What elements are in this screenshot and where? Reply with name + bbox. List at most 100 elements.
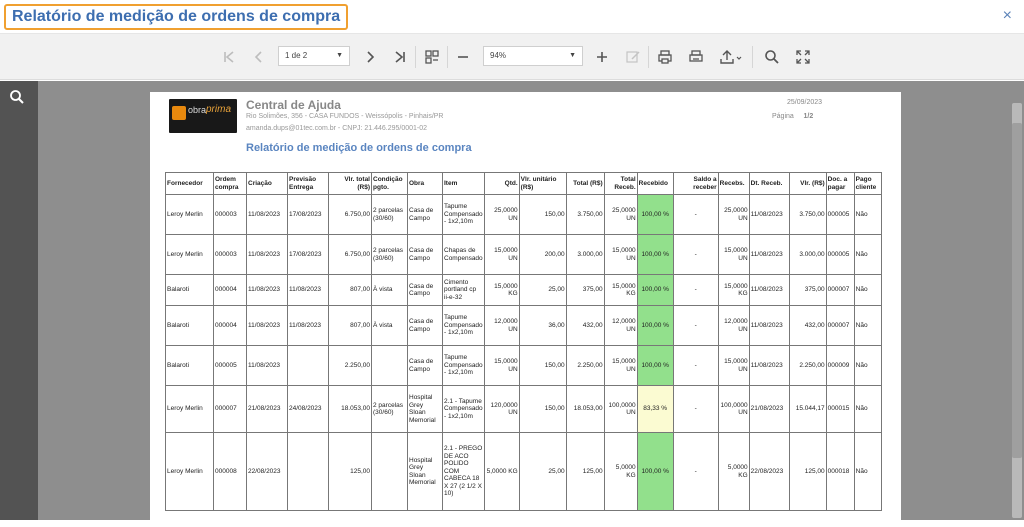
col-header: Ordem compra [213,172,247,195]
table-cell: 15,0000 UN [603,234,638,275]
table-cell: 3.000,00 [565,234,605,275]
table-cell: 000005 [825,194,855,235]
table-cell: 2.250,00 [328,345,372,386]
col-header: Saldo a receber [672,172,719,195]
col-header: Vlr. unitário (R$) [518,172,567,195]
table-cell: 100,00 % [636,234,674,275]
scrollbar-thumb[interactable] [1012,123,1022,458]
table-cell: 125,00 [788,432,827,511]
page-select-value: 1 de 2 [285,51,308,60]
table-cell: 6.750,00 [328,234,372,275]
table-cell: Não [853,305,882,346]
table-cell: 125,00 [328,432,372,511]
table-row: Leroy Merlin 000007 21/08/2023 24/08/2023 18… [165,385,882,433]
table-cell: Balaroti [165,305,214,346]
table-cell: 11/08/2023 [287,305,329,346]
fullscreen-icon[interactable] [792,46,814,68]
table-cell: Balaroti [165,345,214,386]
search-icon[interactable] [9,89,25,110]
table-cell: 000005 [825,234,855,275]
table-cell: 807,00 [328,274,372,306]
table-cell: 21/08/2023 [748,385,790,433]
print-page-icon[interactable] [685,46,707,68]
table-cell: 12,0000 UN [717,305,750,346]
window-title: Relatório de medição de ordens de compra [4,4,349,30]
document-viewer[interactable]: obra prima Central de Ajuda Rio Solimões… [38,81,1024,527]
page-select[interactable]: 1 de 2 ▼ [278,46,350,66]
table-cell: 83,33 % [636,385,674,433]
table-cell: 15,0000 UN [717,345,750,386]
table-row: Leroy Merlin 000003 11/08/2023 17/08/2023 6.… [165,194,882,235]
table-row: Balaroti 000005 11/08/2023 2.250,00 Casa de … [165,345,882,386]
table-cell: - [672,432,719,511]
table-cell: 2.1 - PREGO DE ACO POLIDO COM CABECA 18 … [442,432,485,511]
table-cell: Cimento portland cp ii-e-32 [442,274,485,306]
chevron-down-icon: ▼ [569,52,576,59]
table-cell: - [672,345,719,386]
table-row: Leroy Merlin 000008 22/08/2023 125,00 Hospit… [165,432,882,511]
next-page-icon[interactable] [359,46,381,68]
zoom-select[interactable]: 94% ▼ [483,46,583,66]
company-name: Central de Ajuda [246,98,341,112]
table-cell: Leroy Merlin [165,194,214,235]
separator [752,46,753,68]
table-cell: 25,0000 UN [717,194,750,235]
logo-mark-icon [172,106,186,120]
report-title: Relatório de medição de ordens de compra [246,142,472,154]
table-cell: 2 parcelas (30/60) [371,194,408,235]
table-cell: Tapume Compensado - 1x2,10m [442,305,485,346]
col-header: Vlr. (R$) [788,172,827,195]
table-cell: 11/08/2023 [246,234,288,275]
export-icon[interactable] [716,46,746,68]
table-cell: 150,00 [518,385,567,433]
col-header: Total Receb. [603,172,638,195]
table-cell: 150,00 [518,194,567,235]
zoom-in-icon[interactable] [591,46,613,68]
page-value: 1/2 [803,113,814,120]
table-cell: Não [853,234,882,275]
table-cell: 15.044,17 [788,385,827,433]
search-icon[interactable] [761,46,783,68]
table-cell [287,345,329,386]
logo-text-1: obra [188,105,207,115]
close-icon[interactable]: × [1003,7,1012,25]
separator [648,46,649,68]
table-cell: 5,0000 KG [717,432,750,511]
vertical-scrollbar[interactable] [1012,103,1022,518]
table-cell: 432,00 [788,305,827,346]
table-cell: Casa de Campo [407,234,443,275]
viewer-toolbar: 1 de 2 ▼ 94% ▼ [0,34,1024,80]
table-cell [287,432,329,511]
col-header: Dt. Receb. [748,172,790,195]
table-cell: 21/08/2023 [246,385,288,433]
table-cell: 000003 [213,194,247,235]
table-cell: 12,0000 UN [483,305,520,346]
report-page: obra prima Central de Ajuda Rio Solimões… [150,92,901,527]
table-cell: 18.053,00 [565,385,605,433]
prev-page-icon[interactable] [248,46,270,68]
edit-icon[interactable] [622,46,644,68]
table-header-row: Fornecedor Ordem compra Criação Previsão… [165,172,882,195]
last-page-icon[interactable] [389,46,411,68]
table-cell: 5,0000 KG [603,432,638,511]
logo-text-2: prima [206,104,232,115]
table-cell: Leroy Merlin [165,385,214,433]
table-cell: 100,00 % [636,274,674,306]
title-bar: Relatório de medição de ordens de compra… [0,0,1024,34]
table-cell: Hospital Grey Sloan Memorial [407,432,443,511]
table-cell: 15,0000 KG [603,274,638,306]
table-cell: 11/08/2023 [748,194,790,235]
multipage-icon[interactable] [421,46,443,68]
table-cell: - [672,194,719,235]
table-cell: 5,0000 KG [483,432,520,511]
table-cell [371,432,408,511]
first-page-icon[interactable] [218,46,240,68]
print-icon[interactable] [654,46,676,68]
zoom-out-icon[interactable] [452,46,474,68]
table-cell: 15,0000 UN [483,234,520,275]
table-cell: Leroy Merlin [165,432,214,511]
table-cell: 100,0000 UN [717,385,750,433]
table-cell: 000015 [825,385,855,433]
table-cell: 11/08/2023 [246,274,288,306]
table-cell: 11/08/2023 [748,305,790,346]
